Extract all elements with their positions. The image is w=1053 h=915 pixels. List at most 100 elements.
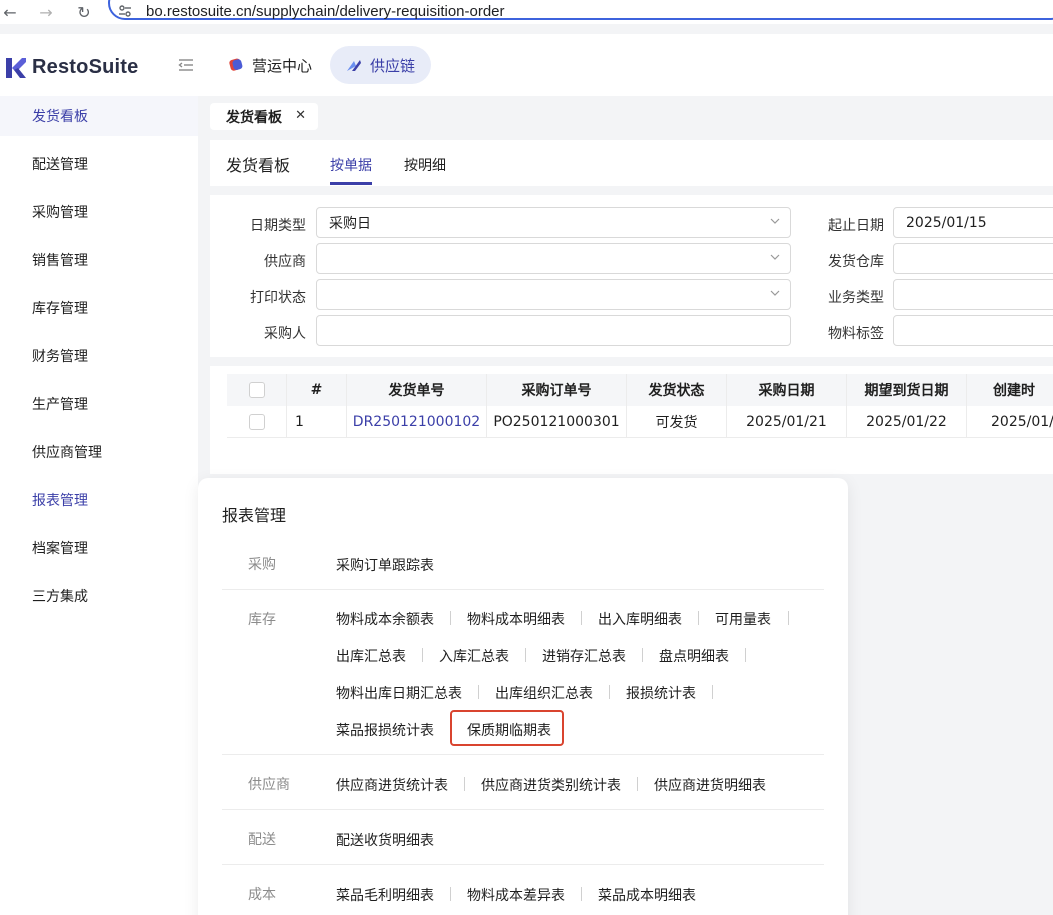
table-cell: 1 [287,406,347,438]
reload-icon[interactable]: ↻ [74,2,94,22]
sidebar-item-sales[interactable]: 销售管理 [0,240,198,280]
sidebar-item-label: 配送管理 [32,157,88,173]
delivery-table: # 发货单号 采购订单号 发货状态 采购日期 期望到货日期 创建时 1 DR25… [210,366,1053,474]
sidebar-item-label: 发货看板 [32,109,88,125]
sidebar-item-reports[interactable]: 报表管理 [0,480,198,520]
sidebar-item-finance[interactable]: 财务管理 [0,336,198,376]
date-type-label: 日期类型 [250,218,306,234]
delivery-order-link[interactable]: DR250121000102 [347,406,487,438]
sidebar: 发货看板 配送管理 采购管理 销售管理 库存管理 财务管理 生产管理 供应商管理… [0,96,198,915]
separator [745,648,746,662]
purchaser-label: 采购人 [264,326,306,342]
business-type-label: 业务类型 [828,290,884,306]
brand-name: RestoSuite [32,56,139,78]
status-cell: 可发货 [627,406,727,438]
site-settings-icon[interactable] [118,4,132,18]
operations-cube-icon [229,58,243,71]
filter-panel: 日期类型 采购日 供应商 打印状态 采购人 起止日期 2025/01/15 发货… [210,195,1053,357]
page-tab-label: 发货看板 [226,109,282,126]
menu-collapse-icon[interactable] [178,58,194,72]
topnav-supply-chain[interactable]: 供应链 [330,46,432,84]
report-link[interactable]: 出库汇总表 [336,646,406,666]
header-cell: 发货单号 [347,374,487,406]
page-tab-delivery-board[interactable]: 发货看板 ✕ [210,103,318,130]
sidebar-item-suppliers[interactable]: 供应商管理 [0,432,198,472]
checkbox[interactable] [248,382,265,398]
report-link[interactable]: 物料成本差异表 [467,885,565,905]
sidebar-item-label: 档案管理 [32,541,88,557]
separator [581,611,582,625]
report-link[interactable]: 出入库明细表 [598,609,682,629]
separator [609,685,610,699]
restosuite-logo-icon [6,57,26,78]
sidebar-item-production[interactable]: 生产管理 [0,384,198,424]
supplier-select[interactable] [316,243,791,274]
header-select-all[interactable] [227,374,287,406]
date-range-start: 2025/01/15 [906,214,987,231]
report-link[interactable]: 物料成本余额表 [336,609,434,629]
report-link[interactable]: 配送收货明细表 [336,830,434,850]
row-select[interactable] [227,406,287,438]
forward-arrow-icon[interactable]: → [36,2,56,22]
back-arrow-icon[interactable]: ← [0,2,20,22]
active-tab-indicator [330,182,372,185]
table-cell: 2025/01/2 [967,406,1053,438]
separator [422,648,423,662]
tab-by-detail[interactable]: 按明细 [404,155,446,175]
report-link[interactable]: 可用量表 [715,609,771,629]
sidebar-item-label: 销售管理 [32,253,88,269]
date-type-select[interactable]: 采购日 [316,207,791,238]
supplier-label: 供应商 [264,254,306,270]
separator [464,777,465,791]
separator [642,648,643,662]
header-cell: # [287,374,347,406]
sidebar-item-purchasing[interactable]: 采购管理 [0,192,198,232]
category-distribution: 配送 [248,832,276,848]
divider [222,589,824,590]
report-link[interactable]: 菜品报损统计表 [336,720,434,740]
report-link[interactable]: 供应商进货类别统计表 [481,775,621,795]
report-link[interactable]: 盘点明细表 [659,646,729,666]
table-cell: PO250121000301 [487,406,627,438]
close-icon[interactable]: ✕ [295,108,306,123]
date-type-value: 采购日 [329,215,371,232]
report-link[interactable]: 报损统计表 [626,683,696,703]
sidebar-item-distribution[interactable]: 配送管理 [0,144,198,184]
sidebar-item-inventory[interactable]: 库存管理 [0,288,198,328]
print-status-select[interactable] [316,279,791,310]
sidebar-item-archives[interactable]: 档案管理 [0,528,198,568]
report-link[interactable]: 出库组织汇总表 [495,683,593,703]
brand-logo[interactable]: RestoSuite [6,56,138,79]
topnav-label: 供应链 [370,56,416,75]
header-cell: 创建时 [967,374,1053,406]
sidebar-item-delivery-board[interactable]: 发货看板 [0,96,198,136]
material-tag-select[interactable] [893,315,1053,346]
purchaser-input[interactable] [316,315,791,346]
report-link[interactable]: 物料成本明细表 [467,609,565,629]
checkbox[interactable] [248,413,265,430]
separator [525,648,526,662]
report-link[interactable]: 供应商进货统计表 [336,775,448,795]
warehouse-label: 发货仓库 [828,254,884,270]
tab-by-document[interactable]: 按单据 [330,155,372,175]
report-link[interactable]: 菜品毛利明细表 [336,885,434,905]
report-link[interactable]: 物料出库日期汇总表 [336,683,462,703]
table-cell: 2025/01/21 [727,406,847,438]
sidebar-item-label: 生产管理 [32,397,88,413]
supply-chain-icon [347,60,361,71]
url-text[interactable]: bo.restosuite.cn/supplychain/delivery-re… [146,3,505,20]
report-link[interactable]: 采购订单跟踪表 [336,555,434,575]
warehouse-select[interactable] [893,243,1053,274]
sidebar-item-integrations[interactable]: 三方集成 [0,576,198,616]
sidebar-item-label: 库存管理 [32,301,88,317]
topnav-operations-center[interactable]: 营运中心 [212,46,328,84]
report-link[interactable]: 入库汇总表 [439,646,509,666]
sidebar-item-label: 供应商管理 [32,445,102,461]
report-link[interactable]: 供应商进货明细表 [654,775,766,795]
report-link[interactable]: 菜品成本明细表 [598,885,696,905]
business-type-select[interactable] [893,279,1053,310]
date-range-label: 起止日期 [828,218,884,234]
date-range-picker[interactable]: 2025/01/15 [893,207,1053,238]
report-link[interactable]: 进销存汇总表 [542,646,626,666]
header-cell: 发货状态 [627,374,727,406]
